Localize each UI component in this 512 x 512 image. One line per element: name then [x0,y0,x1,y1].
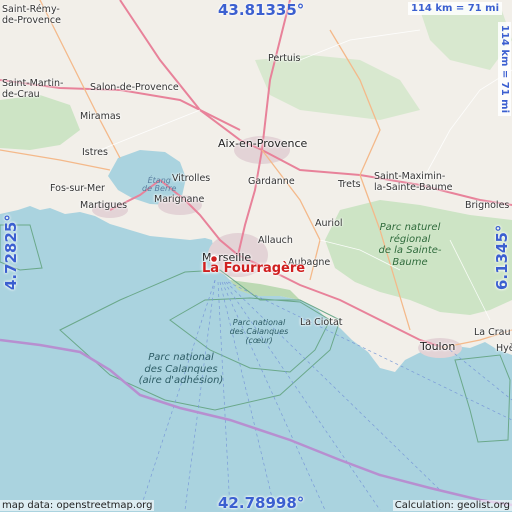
city-label-saint-maximin: Saint-Maximin- la-Sainte-Baume [374,171,453,194]
park-label-calanques-adhesion: Parc national des Calanques (aire d'adhé… [138,352,224,386]
water-label-etang: Étang de Berre [142,176,177,193]
city-label-allauch: Allauch [258,235,293,246]
city-label-la-crau: La Crau [474,327,511,338]
city-label-saint-martin: Saint-Martin- de-Crau [2,78,64,101]
city-label-vitrolles: Vitrolles [172,173,211,184]
coord-top: 43.81335° [218,1,305,19]
city-label-istres: Istres [82,147,108,158]
attribution-left[interactable]: map data: openstreetmap.org [0,500,155,511]
city-label-toulon: Toulon [420,340,456,353]
city-label-hyeres: Hyè [496,343,512,354]
place-label: La Fourragère [202,261,306,276]
scale-horizontal: 114 km = 71 mi [408,2,503,15]
map[interactable]: Saint-Rémy- de-Provence Pertuis Saint-Ma… [0,0,512,512]
park-label-sainte-baume: Parc naturel régional de la Sainte- Baum… [378,222,442,268]
city-label-auriol: Auriol [315,218,343,229]
city-label-marignane: Marignane [154,194,205,205]
city-label-la-ciotat: La Ciotat [300,317,343,328]
park-label-calanques-coeur: Parc national des Calanques (cœur) [229,318,289,346]
city-label-aix: Aix-en-Provence [218,137,308,150]
city-label-pertuis: Pertuis [268,53,301,64]
coord-right: 6.1345° [493,224,511,290]
coord-bottom: 42.78998° [218,494,305,512]
city-label-fos: Fos-sur-Mer [50,183,105,194]
coord-left: 4.72825° [2,214,20,290]
city-label-saint-remy: Saint-Rémy- de-Provence [2,4,61,27]
city-label-brignoles: Brignoles [465,200,510,211]
city-label-salon: Salon-de-Provence [90,82,179,93]
city-label-miramas: Miramas [80,111,121,122]
city-label-trets: Trets [338,179,361,190]
scale-vertical: 114 km = 71 mi [498,22,511,117]
city-label-gardanne: Gardanne [248,176,295,187]
attribution-right[interactable]: Calculation: geolist.org [392,500,512,511]
city-label-martigues: Martigues [80,200,128,211]
